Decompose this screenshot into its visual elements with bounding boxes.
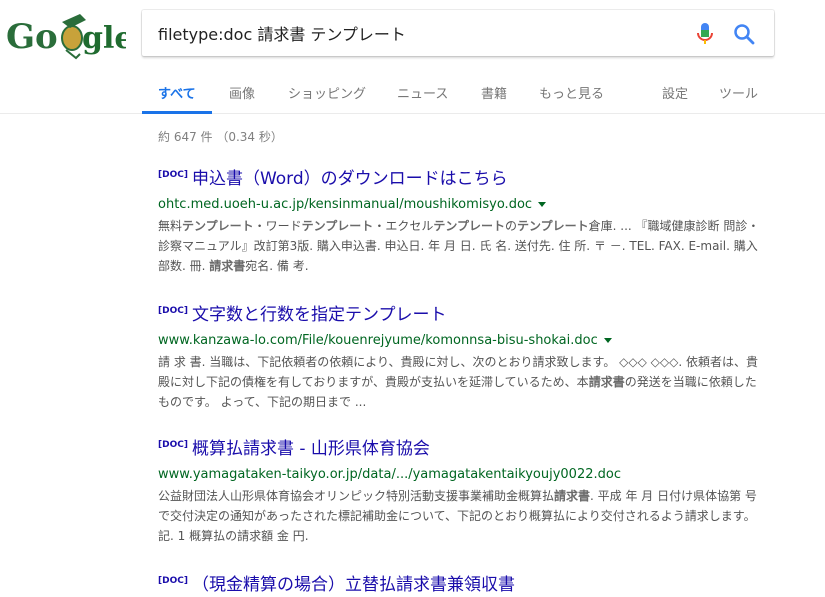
result-title-link[interactable]: 概算払請求書 - 山形県体育協会 bbox=[192, 438, 430, 460]
tab-shopping[interactable]: ショッピング bbox=[288, 83, 366, 102]
snippet-text: ・ワード bbox=[253, 219, 302, 233]
search-box[interactable] bbox=[142, 10, 774, 56]
google-doodle-logo[interactable]: Go gle bbox=[6, 10, 126, 60]
snippet-text: 宛名. 備 考. bbox=[245, 259, 309, 273]
active-tab-indicator bbox=[142, 111, 212, 114]
header: Go gle すべて 画像 ショッピング ニュース 書籍 もっと見る 設定 ツー… bbox=[0, 0, 825, 114]
snippet-text: 公益財団法人山形県体育協会オリンピック特別活動支援事業補助金概算払 bbox=[158, 489, 555, 503]
result-title-row: [DOC] 申込書（Word）のダウンロードはこちら bbox=[158, 168, 768, 190]
svg-text:Go: Go bbox=[6, 17, 58, 57]
result-title-row: [DOC] 文字数と行数を指定テンプレート bbox=[158, 304, 768, 326]
snippet-text: ・エクセル bbox=[373, 219, 434, 233]
tab-more[interactable]: もっと見る bbox=[539, 83, 604, 102]
mic-icon[interactable] bbox=[695, 22, 715, 46]
result-stats: 約 647 件 （0.34 秒） bbox=[158, 130, 283, 144]
search-result: [DOC] 文字数と行数を指定テンプレート www.kanzawa-lo.com… bbox=[158, 304, 768, 412]
snippet-highlight: 請求書 bbox=[554, 489, 591, 503]
snippet-highlight: テンプレート bbox=[516, 219, 589, 233]
search-result: [DOC] （現金精算の場合）立替払請求書兼領収書 bbox=[158, 574, 768, 596]
result-snippet: 無料テンプレート・ワードテンプレート・エクセルテンプレートのテンプレート倉庫. … bbox=[158, 216, 768, 276]
svg-text:gle: gle bbox=[82, 21, 126, 56]
result-url: www.yamagataken-taikyo.or.jp/data/.../ya… bbox=[158, 466, 768, 484]
tab-all[interactable]: すべて bbox=[158, 83, 196, 102]
search-input[interactable] bbox=[158, 10, 678, 56]
result-title-row: [DOC] （現金精算の場合）立替払請求書兼領収書 bbox=[158, 574, 768, 596]
filetype-tag: [DOC] bbox=[158, 306, 188, 316]
snippet-text: 無料 bbox=[158, 219, 183, 233]
chevron-down-icon[interactable] bbox=[538, 202, 547, 207]
search-tabs: すべて 画像 ショッピング ニュース 書籍 もっと見る 設定 ツール bbox=[0, 76, 825, 114]
filetype-tag: [DOC] bbox=[158, 576, 188, 586]
tab-tools[interactable]: ツール bbox=[719, 83, 758, 102]
snippet-highlight: テンプレート bbox=[433, 219, 505, 233]
tab-news[interactable]: ニュース bbox=[397, 83, 448, 102]
filetype-tag: [DOC] bbox=[158, 440, 188, 450]
result-snippet: 請 求 書. 当職は、下記依頼者の依頼により、貴殿に対し、次のとおり請求致します… bbox=[158, 352, 768, 412]
search-result: [DOC] 概算払請求書 - 山形県体育協会 www.yamagataken-t… bbox=[158, 438, 768, 546]
result-title-link[interactable]: （現金精算の場合）立替払請求書兼領収書 bbox=[192, 574, 515, 596]
chevron-down-icon[interactable] bbox=[603, 338, 612, 343]
snippet-highlight: 請求書 bbox=[588, 375, 625, 389]
result-title-row: [DOC] 概算払請求書 - 山形県体育協会 bbox=[158, 438, 768, 460]
result-url-text: www.kanzawa-lo.com/File/kouenrejyume/kom… bbox=[158, 333, 598, 348]
tab-settings[interactable]: 設定 bbox=[662, 83, 688, 102]
snippet-highlight: テンプレート bbox=[301, 219, 374, 233]
magnifier-icon[interactable] bbox=[732, 22, 756, 46]
result-url: ohtc.med.uoeh-u.ac.jp/kensinmanual/moush… bbox=[158, 196, 768, 214]
result-url-text: ohtc.med.uoeh-u.ac.jp/kensinmanual/moush… bbox=[158, 197, 533, 212]
snippet-highlight: テンプレート bbox=[182, 219, 254, 233]
tab-books[interactable]: 書籍 bbox=[481, 83, 507, 102]
snippet-highlight: 請求書 bbox=[209, 259, 246, 273]
tab-images[interactable]: 画像 bbox=[229, 83, 255, 102]
result-snippet: 公益財団法人山形県体育協会オリンピック特別活動支援事業補助金概算払請求書. 平成… bbox=[158, 486, 768, 546]
filetype-tag: [DOC] bbox=[158, 170, 188, 180]
result-title-link[interactable]: 申込書（Word）のダウンロードはこちら bbox=[192, 168, 508, 190]
search-result: [DOC] 申込書（Word）のダウンロードはこちら ohtc.med.uoeh… bbox=[158, 168, 768, 276]
snippet-text: の bbox=[504, 219, 517, 233]
result-url-text: www.yamagataken-taikyo.or.jp/data/.../ya… bbox=[158, 467, 621, 482]
result-url: www.kanzawa-lo.com/File/kouenrejyume/kom… bbox=[158, 332, 768, 350]
result-title-link[interactable]: 文字数と行数を指定テンプレート bbox=[192, 304, 447, 326]
